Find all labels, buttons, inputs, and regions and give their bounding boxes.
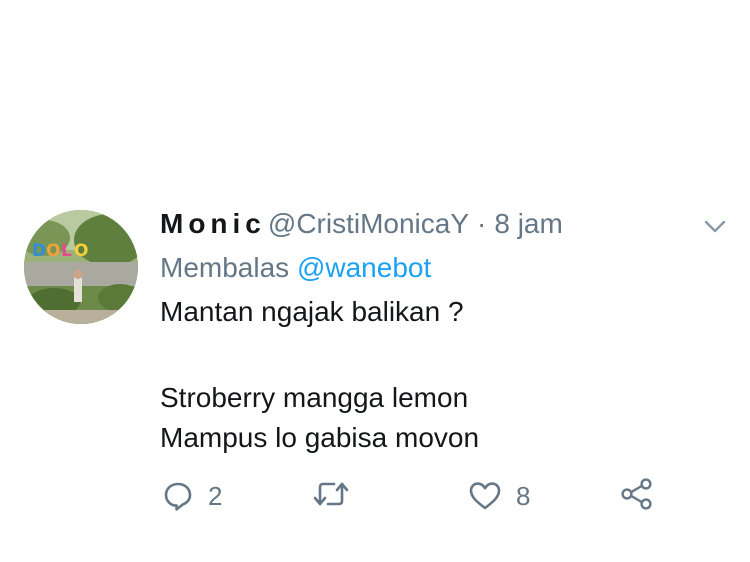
- avatar-sign-letter-4: O: [74, 241, 88, 261]
- display-name[interactable]: Monic: [160, 206, 266, 242]
- avatar-sign-letter-2: O: [46, 241, 60, 261]
- avatar-sign-letter-1: D: [32, 241, 46, 261]
- tweet-text-line: Stroberry mangga lemon: [160, 382, 469, 413]
- tweet-text-line: Mantan ngajak balikan ?: [160, 296, 464, 327]
- avatar[interactable]: D O L O: [24, 210, 138, 324]
- tweet-card[interactable]: D O L O Monic @CristiMonicaY · 8 jam Mem…: [0, 0, 750, 562]
- tweet-text-line: Mampus lo gabisa movon: [160, 422, 480, 453]
- avatar-photo: D O L O: [24, 210, 138, 324]
- retweet-button[interactable]: [312, 478, 350, 510]
- reply-label: Membalas: [160, 252, 290, 283]
- tweet-header: Monic @CristiMonicaY · 8 jam: [160, 206, 700, 242]
- heart-icon: [469, 482, 501, 510]
- tweet-actions: 2 8: [0, 478, 750, 514]
- retweet-icon: [313, 482, 349, 506]
- more-options-chevron-down-icon[interactable]: [704, 220, 726, 234]
- reply-icon: [164, 482, 192, 511]
- user-handle[interactable]: @CristiMonicaY: [268, 206, 469, 242]
- avatar-sign-letter-3: L: [61, 241, 72, 261]
- reply-count: 2: [208, 481, 223, 511]
- tweet-content: Monic @CristiMonicaY · 8 jam Membalas @w…: [160, 206, 700, 458]
- tweet-timestamp[interactable]: 8 jam: [494, 206, 562, 242]
- tweet-text: Mantan ngajak balikan ? Stroberry mangga…: [160, 292, 700, 458]
- share-button[interactable]: [620, 478, 654, 510]
- separator-dot: ·: [477, 208, 487, 239]
- like-button[interactable]: 8: [468, 478, 530, 514]
- reply-handle-link[interactable]: @wanebot: [297, 252, 431, 283]
- like-count: 8: [516, 481, 531, 511]
- reply-context: Membalas @wanebot: [160, 250, 700, 286]
- reply-button[interactable]: 2: [162, 478, 222, 514]
- share-icon: [621, 478, 652, 510]
